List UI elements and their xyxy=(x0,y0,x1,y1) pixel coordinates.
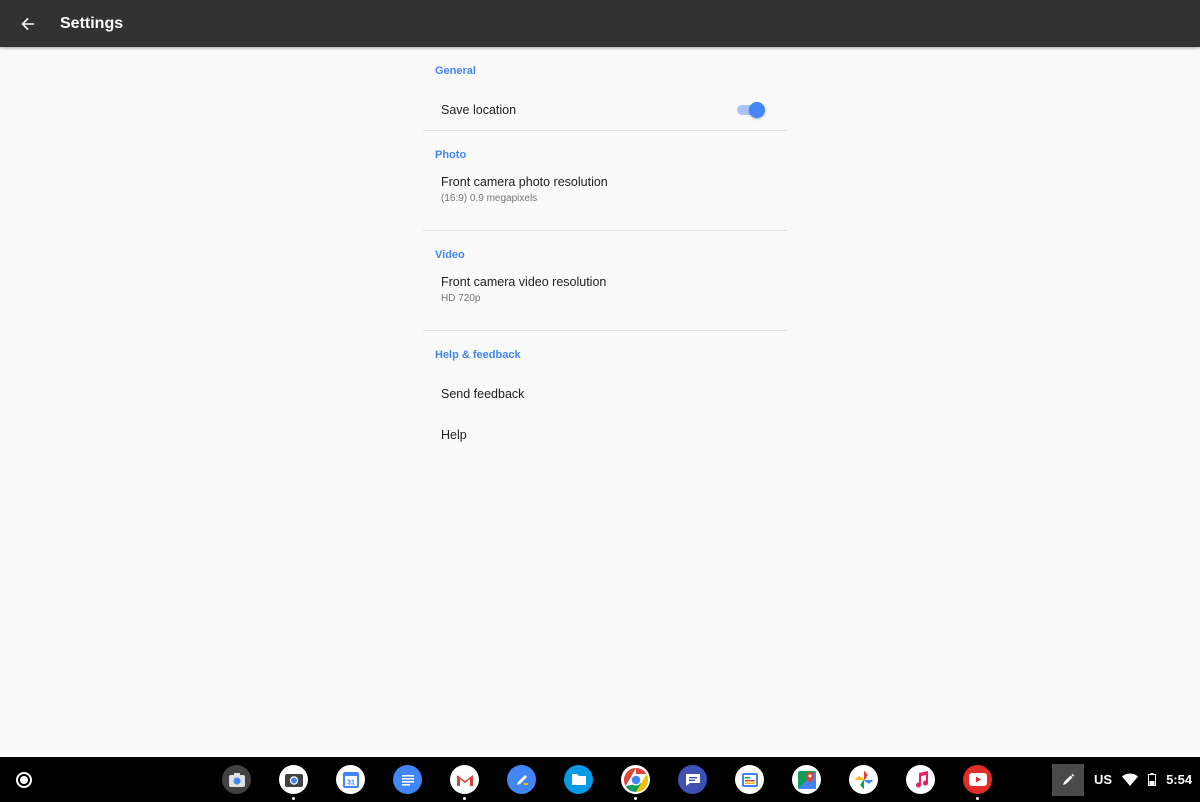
front-photo-resolution-item[interactable]: Front camera photo resolution (16:9) 0.9… xyxy=(423,173,787,230)
send-feedback-label: Send feedback xyxy=(441,386,525,401)
calendar-date-label: 31 xyxy=(347,779,355,786)
maps-app-icon[interactable] xyxy=(792,765,821,794)
launcher-circle-icon xyxy=(20,776,28,784)
section-header-photo: Photo xyxy=(435,149,467,161)
back-button[interactable] xyxy=(0,0,56,47)
save-location-item[interactable]: Save location xyxy=(423,89,787,130)
front-video-resolution-value: HD 720p xyxy=(441,293,481,304)
section-header-help: Help & feedback xyxy=(435,349,521,361)
running-indicator xyxy=(976,797,979,800)
front-photo-resolution-value: (16:9) 0.9 megapixels xyxy=(441,193,538,204)
launcher-button[interactable] xyxy=(16,772,32,788)
ime-indicator: US xyxy=(1094,772,1113,787)
section-general: General Save location xyxy=(423,47,787,131)
keep-pen-app-icon[interactable] xyxy=(507,765,536,794)
calendar-app-icon[interactable]: 31 xyxy=(336,765,365,794)
section-video: Video Front camera video resolution HD 7… xyxy=(423,231,787,331)
running-indicator xyxy=(463,797,466,800)
front-video-resolution-item[interactable]: Front camera video resolution HD 720p xyxy=(423,273,787,330)
section-help: Help & feedback Send feedback Help xyxy=(423,331,787,455)
section-photo: Photo Front camera photo resolution (16:… xyxy=(423,131,787,231)
app-bar: Settings xyxy=(0,0,1200,47)
shelf: 31 xyxy=(0,757,1200,802)
status-tray[interactable]: US 5:54 xyxy=(1094,757,1192,802)
clock: 5:54 xyxy=(1166,772,1193,787)
files-app-icon[interactable] xyxy=(564,765,593,794)
battery-icon xyxy=(1148,773,1157,786)
running-indicator xyxy=(292,797,295,800)
settings-list: General Save location Photo Front camera… xyxy=(423,47,787,455)
front-video-resolution-title: Front camera video resolution xyxy=(441,275,607,289)
stylus-pen-icon xyxy=(1063,773,1075,785)
chrome-app-icon[interactable] xyxy=(621,765,650,800)
messages-app-icon[interactable] xyxy=(678,765,707,794)
front-photo-resolution-title: Front camera photo resolution xyxy=(441,175,608,189)
section-header-video: Video xyxy=(435,249,465,261)
section-header-general: General xyxy=(435,65,476,77)
page-title: Settings xyxy=(60,14,124,32)
help-label: Help xyxy=(441,427,467,442)
stylus-tools-button[interactable] xyxy=(1052,764,1084,796)
pinned-apps: 31 xyxy=(222,765,992,800)
docs-app-icon[interactable] xyxy=(393,765,422,794)
camera-app-icon[interactable] xyxy=(222,765,251,794)
arrow-back-icon xyxy=(21,17,34,30)
save-location-toggle[interactable] xyxy=(737,102,765,118)
help-item[interactable]: Help xyxy=(423,414,787,455)
send-feedback-item[interactable]: Send feedback xyxy=(423,373,787,414)
youtube-app-icon[interactable] xyxy=(963,765,992,800)
save-location-label: Save location xyxy=(441,102,517,117)
camera-active-app-icon[interactable] xyxy=(279,765,308,800)
wifi-icon xyxy=(1122,773,1139,786)
music-app-icon[interactable] xyxy=(906,765,935,794)
toggle-thumb xyxy=(749,102,765,118)
gmail-app-icon[interactable] xyxy=(450,765,479,800)
running-indicator xyxy=(634,797,637,800)
news-app-icon[interactable] xyxy=(735,765,764,794)
photos-app-icon[interactable] xyxy=(849,765,878,794)
